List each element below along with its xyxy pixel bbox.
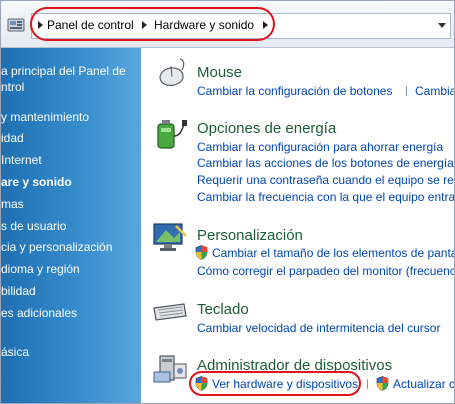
sidebar-item-users[interactable]: s de usuario xyxy=(1,219,66,233)
uac-shield-icon xyxy=(376,376,389,391)
window: Panel de control Hardware y sonido a pri… xyxy=(0,0,455,404)
sidebar-item-security[interactable]: idad xyxy=(1,131,24,145)
sidebar-item-region[interactable]: dioma y región xyxy=(1,262,80,276)
mouse-icon[interactable] xyxy=(154,58,188,92)
link-mouse-more[interactable]: Cambia xyxy=(415,84,454,98)
link-energy-save[interactable]: Cambiar la configuración para ahorrar en… xyxy=(197,140,443,154)
device-manager-icon[interactable] xyxy=(152,350,188,386)
link-energy-sleep[interactable]: Cambiar la frecuencia con la que el equi… xyxy=(197,190,454,204)
chevron-down-icon[interactable] xyxy=(438,23,446,28)
sidebar-item-home[interactable]: a principal del Panel de xyxy=(1,64,126,78)
sidebar: a principal del Panel de ntrol y manteni… xyxy=(1,48,141,403)
sidebar-item-network[interactable]: Internet xyxy=(1,153,42,167)
link-energy-buttons[interactable]: Cambiar las acciones de los botones de e… xyxy=(197,156,454,170)
category-title-keyboard[interactable]: Teclado xyxy=(197,301,249,318)
category-title-mouse[interactable]: Mouse xyxy=(197,64,242,81)
sidebar-item-programs[interactable]: mas xyxy=(1,197,24,211)
address-bar: Panel de control Hardware y sonido xyxy=(1,1,454,48)
highlight-ring-breadcrumb xyxy=(30,7,275,41)
control-panel-icon xyxy=(7,18,25,32)
sidebar-item-home-cont[interactable]: ntrol xyxy=(1,80,24,94)
monitor-icon[interactable] xyxy=(152,222,188,254)
keyboard-icon[interactable] xyxy=(152,300,188,324)
main-content: Mouse Cambiar la configuración de botone… xyxy=(142,48,454,403)
link-separator xyxy=(406,86,407,96)
link-devices-update[interactable]: Actualizar c xyxy=(393,377,454,391)
link-energy-password[interactable]: Requerir una contraseña cuando el equipo… xyxy=(197,173,454,187)
battery-power-icon[interactable] xyxy=(152,116,188,152)
sidebar-item-accessibility[interactable]: bilidad xyxy=(1,284,36,298)
link-keyboard-cursor[interactable]: Cambiar velocidad de intermitencia del c… xyxy=(197,321,440,335)
sidebar-item-additional[interactable]: es adicionales xyxy=(1,306,77,320)
sidebar-item-classic[interactable]: ásica xyxy=(1,345,29,359)
link-personalization-flicker[interactable]: Cómo corregir el parpadeo del monitor (f… xyxy=(197,264,454,278)
highlight-ring-devices xyxy=(189,371,361,396)
sidebar-item-hardware[interactable]: are y sonido xyxy=(1,175,72,189)
link-separator xyxy=(367,379,368,389)
category-title-energy[interactable]: Opciones de energía xyxy=(197,120,336,137)
category-title-personalization[interactable]: Personalización xyxy=(197,227,303,244)
link-personalization-size[interactable]: Cambiar el tamaño de los elementos de pa… xyxy=(212,246,454,260)
sidebar-item-appearance[interactable]: cia y personalización xyxy=(1,240,112,254)
sidebar-item-system[interactable]: y mantenimiento xyxy=(1,110,89,124)
uac-shield-icon xyxy=(195,245,208,260)
link-mouse-buttons[interactable]: Cambiar la configuración de botones xyxy=(197,84,392,98)
